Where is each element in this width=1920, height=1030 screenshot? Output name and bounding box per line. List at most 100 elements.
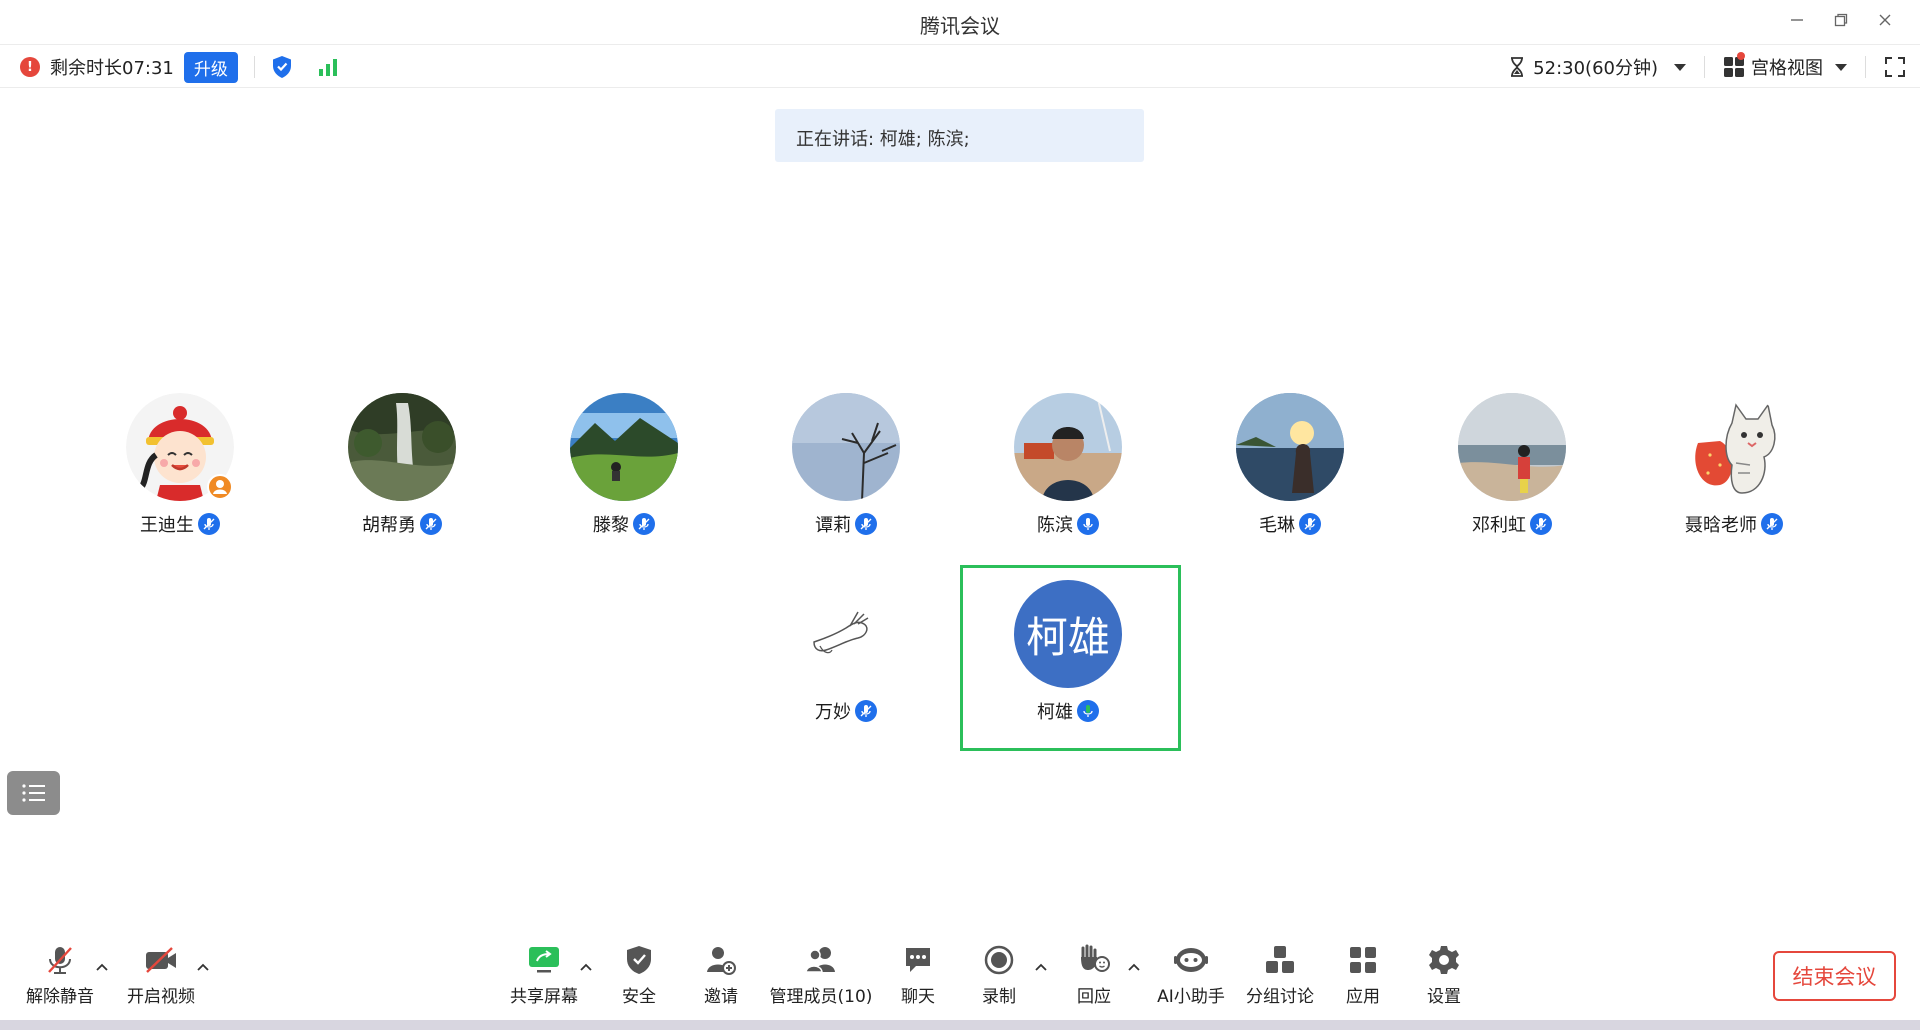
ai-assistant-button[interactable]: AI小助手 <box>1156 938 1226 1010</box>
list-icon <box>21 784 45 802</box>
chevron-up-icon[interactable] <box>1034 960 1048 974</box>
participant-tile[interactable]: 谭莉 <box>746 393 926 553</box>
bottom-toolbar: 解除静音 开启视频 共享屏幕 安全 邀请 管理成员(10) 聊天 录制 回应 A… <box>0 938 1920 1018</box>
apps-button[interactable]: 应用 <box>1338 938 1388 1010</box>
participant-tile[interactable]: 王迪生 <box>80 393 260 553</box>
breakout-icon <box>1266 946 1294 973</box>
participant-tile[interactable]: 聂晗老师 <box>1634 393 1814 553</box>
avatar <box>792 580 900 688</box>
shield-icon[interactable] <box>271 55 293 79</box>
divider <box>253 56 255 78</box>
participant-name: 毛琳 <box>1259 515 1295 536</box>
breakout-rooms-label: 分组讨论 <box>1246 987 1314 1007</box>
breakout-rooms-button[interactable]: 分组讨论 <box>1245 938 1315 1010</box>
share-screen-icon <box>529 947 559 973</box>
chevron-up-icon[interactable] <box>196 960 210 974</box>
mic-icon <box>420 513 442 535</box>
participant-name: 滕黎 <box>593 515 629 536</box>
mic-active-icon <box>1077 700 1099 722</box>
mic-active-icon <box>1077 513 1099 535</box>
start-video-button[interactable]: 开启视频 <box>123 938 199 1010</box>
settings-button[interactable]: 设置 <box>1419 938 1469 1010</box>
share-screen-label: 共享屏幕 <box>510 987 578 1007</box>
manage-members-label: 管理成员(10) <box>769 987 873 1007</box>
participant-name: 王迪生 <box>140 515 194 536</box>
participant-name: 谭莉 <box>815 515 851 536</box>
minimize-button[interactable] <box>1782 8 1812 32</box>
ai-assistant-icon <box>1174 948 1208 972</box>
avatar <box>1236 393 1344 501</box>
speaking-indicator: 正在讲话: 柯雄; 陈滨; <box>775 109 1144 162</box>
member-list-toggle[interactable] <box>7 771 60 815</box>
upgrade-button[interactable]: 升级 <box>183 51 238 83</box>
chevron-up-icon[interactable] <box>95 960 109 974</box>
video-off-icon <box>146 947 176 973</box>
record-button[interactable]: 录制 <box>974 938 1024 1010</box>
mic-muted-icon <box>48 947 72 974</box>
participant-name: 胡帮勇 <box>362 515 416 536</box>
manage-members-button[interactable]: 管理成员(10) <box>769 938 873 1010</box>
participant-name: 陈滨 <box>1037 515 1073 536</box>
remaining-time: 剩余时长07:31 <box>50 58 174 79</box>
shield-icon <box>627 946 651 974</box>
close-icon <box>1879 14 1891 26</box>
avatar <box>570 393 678 501</box>
info-icon[interactable]: ! <box>20 57 40 77</box>
window-title: 腾讯会议 <box>920 14 1000 38</box>
avatar <box>1680 393 1788 501</box>
mic-icon <box>1761 513 1783 535</box>
gear-icon <box>1429 946 1459 974</box>
participant-tile[interactable]: 万妙 <box>746 580 926 740</box>
chevron-up-icon[interactable] <box>579 960 593 974</box>
apps-icon <box>1350 947 1376 973</box>
mic-icon <box>855 513 877 535</box>
unmute-button[interactable]: 解除静音 <box>22 938 98 1010</box>
react-label: 回应 <box>1077 987 1111 1007</box>
apps-label: 应用 <box>1346 987 1380 1007</box>
view-label: 宫格视图 <box>1751 58 1823 79</box>
mic-icon <box>198 513 220 535</box>
start-video-label: 开启视频 <box>127 987 195 1007</box>
participant-tile[interactable]: 柯雄 柯雄 <box>968 580 1148 740</box>
timer-text: 52:30(60分钟) <box>1533 58 1658 79</box>
close-button[interactable] <box>1870 8 1900 32</box>
participant-name: 柯雄 <box>1037 702 1073 723</box>
avatar <box>792 393 900 501</box>
chevron-down-icon <box>1674 63 1686 71</box>
participant-tile[interactable]: 毛琳 <box>1190 393 1370 553</box>
avatar <box>1014 393 1122 501</box>
security-label: 安全 <box>622 987 656 1007</box>
participant-name: 聂晗老师 <box>1685 515 1757 536</box>
participant-tile[interactable]: 陈滨 <box>968 393 1148 553</box>
participant-tile[interactable]: 滕黎 <box>524 393 704 553</box>
participant-tile[interactable]: 胡帮勇 <box>302 393 482 553</box>
avatar <box>1458 393 1566 501</box>
invite-user-icon <box>707 947 736 975</box>
restore-button[interactable] <box>1826 8 1856 32</box>
mic-icon <box>633 513 655 535</box>
participant-name: 邓利虹 <box>1472 515 1526 536</box>
meeting-window: 腾讯会议 ! 剩余时长07:31 升级 52:30(60分钟) 宫格视图 正在讲… <box>0 0 1920 1030</box>
react-button[interactable]: 回应 <box>1069 938 1119 1010</box>
security-button[interactable]: 安全 <box>614 938 664 1010</box>
participant-tile[interactable]: 邓利虹 <box>1412 393 1592 553</box>
minimize-icon <box>1791 19 1803 21</box>
view-switcher[interactable]: 宫格视图 <box>1723 52 1847 80</box>
meeting-timer[interactable]: 52:30(60分钟) <box>1509 54 1686 80</box>
notification-dot <box>1737 52 1745 60</box>
fullscreen-icon[interactable] <box>1884 56 1906 78</box>
end-meeting-button[interactable]: 结束会议 <box>1773 951 1896 1001</box>
chat-label: 聊天 <box>901 987 935 1007</box>
chevron-up-icon[interactable] <box>1127 960 1141 974</box>
record-label: 录制 <box>982 987 1016 1007</box>
restore-icon <box>1834 13 1848 27</box>
chat-button[interactable]: 聊天 <box>893 938 943 1010</box>
record-icon <box>984 945 1014 975</box>
title-bar: 腾讯会议 <box>0 0 1920 44</box>
invite-button[interactable]: 邀请 <box>696 938 746 1010</box>
share-screen-button[interactable]: 共享屏幕 <box>506 938 582 1010</box>
signal-strength-icon[interactable] <box>317 56 341 78</box>
avatar: 柯雄 <box>1014 580 1122 688</box>
mic-icon <box>855 700 877 722</box>
taskbar-strip <box>0 1020 1920 1030</box>
